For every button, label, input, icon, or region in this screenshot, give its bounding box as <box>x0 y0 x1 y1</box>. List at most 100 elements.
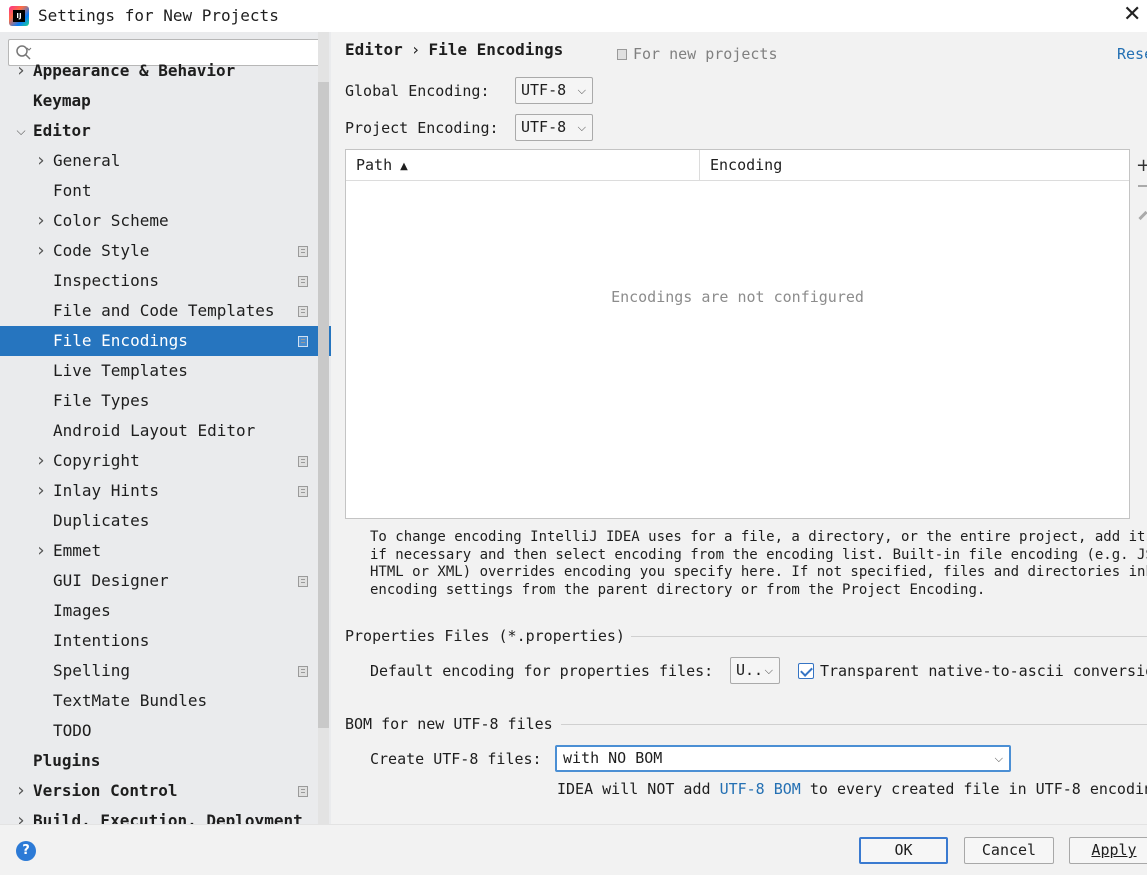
chevron-down-icon: ⌵ <box>994 752 1003 765</box>
remove-icon[interactable] <box>1138 185 1147 187</box>
sidebar-item-spelling[interactable]: Spelling <box>0 656 331 686</box>
sidebar-item-intentions[interactable]: Intentions <box>0 626 331 656</box>
help-icon[interactable]: ? <box>16 841 36 861</box>
chevron-right-icon[interactable]: › <box>34 206 48 236</box>
sidebar-item-textmate-bundles[interactable]: TextMate Bundles <box>0 686 331 716</box>
global-encoding-combo[interactable]: UTF-8 ⌵ <box>515 77 593 104</box>
sidebar-item-label: Code Style <box>53 241 150 260</box>
sidebar-item-keymap[interactable]: Keymap <box>0 86 331 116</box>
project-scope-icon <box>298 276 308 287</box>
encoding-column-header[interactable]: Encoding <box>700 150 1129 181</box>
sidebar-item-emmet[interactable]: › Emmet <box>0 536 331 566</box>
global-encoding-value: UTF-8 <box>521 81 567 99</box>
bom-note-suffix: to every created file in UTF-8 encoding <box>800 780 1147 798</box>
sidebar-item-android-layout-editor[interactable]: Android Layout Editor <box>0 416 331 446</box>
sidebar-item-appearance-behavior[interactable]: › Appearance & Behavior <box>0 56 331 86</box>
create-utf8-combo[interactable]: with NO BOM ⌵ <box>555 745 1011 772</box>
transparent-conversion-label[interactable]: Transparent native-to-ascii conversion <box>820 662 1147 680</box>
reset-link[interactable]: Reset <box>1117 45 1147 63</box>
project-scope-icon <box>298 666 308 677</box>
sidebar-item-inlay-hints[interactable]: › Inlay Hints <box>0 476 331 506</box>
chevron-right-icon[interactable]: › <box>14 56 28 86</box>
sidebar-item-label: Live Templates <box>53 361 188 380</box>
project-encoding-combo[interactable]: UTF-8 ⌵ <box>515 114 593 141</box>
sidebar-item-version-control[interactable]: › Version Control <box>0 776 331 806</box>
breadcrumb-separator: › <box>410 40 421 59</box>
dialog-footer: ? OK Cancel Apply <box>0 824 1147 875</box>
apply-button[interactable]: Apply <box>1069 837 1147 864</box>
sidebar-item-file-and-code-templates[interactable]: File and Code Templates <box>0 296 331 326</box>
chevron-down-icon[interactable]: ⌵ <box>14 116 28 146</box>
breadcrumb: Editor › File Encodings <box>345 40 563 59</box>
sidebar-item-label: Inspections <box>53 271 159 290</box>
sidebar-item-label: Emmet <box>53 541 102 560</box>
project-scope-icon <box>298 336 308 347</box>
sidebar-item-label: Color Scheme <box>53 211 169 230</box>
ok-button[interactable]: OK <box>859 837 948 864</box>
sidebar-item-copyright[interactable]: › Copyright <box>0 446 331 476</box>
sidebar-item-gui-designer[interactable]: GUI Designer <box>0 566 331 596</box>
sidebar-item-label: Copyright <box>53 451 140 470</box>
project-encoding-value: UTF-8 <box>521 118 567 136</box>
chevron-down-icon: ⌵ <box>577 84 586 97</box>
sidebar-item-code-style[interactable]: › Code Style <box>0 236 331 266</box>
sidebar-item-color-scheme[interactable]: › Color Scheme <box>0 206 331 236</box>
sidebar-item-font[interactable]: Font <box>0 176 331 206</box>
sidebar-item-build-execution-deployment[interactable]: › Build, Execution, Deployment <box>0 806 331 824</box>
table-header: Path ▲ Encoding <box>346 150 1129 181</box>
chevron-right-icon[interactable]: › <box>34 446 48 476</box>
sidebar-item-label: Plugins <box>33 751 101 770</box>
sidebar-item-inspections[interactable]: Inspections <box>0 266 331 296</box>
apply-label: Apply <box>1091 841 1137 859</box>
properties-encoding-value: U.. <box>736 661 764 679</box>
path-header-label: Path <box>356 156 393 174</box>
chevron-right-icon[interactable]: › <box>14 776 28 806</box>
intellij-idea-icon: IJ <box>9 6 29 26</box>
sidebar-item-label: Font <box>53 181 92 200</box>
sidebar-item-label: Android Layout Editor <box>53 421 256 440</box>
project-scope-icon <box>298 486 308 497</box>
sidebar-item-file-encodings[interactable]: File Encodings <box>0 326 331 356</box>
title-bar: IJ Settings for New Projects ✕ <box>0 0 1147 32</box>
path-column-header[interactable]: Path ▲ <box>346 150 700 181</box>
add-icon[interactable]: + <box>1136 155 1147 176</box>
chevron-right-icon[interactable]: › <box>34 146 48 176</box>
table-toolbar: + <box>1132 149 1147 249</box>
sidebar-item-duplicates[interactable]: Duplicates <box>0 506 331 536</box>
sidebar-item-label: Inlay Hints <box>53 481 159 500</box>
chevron-right-icon[interactable]: › <box>34 476 48 506</box>
properties-section-title: Properties Files (*.properties) <box>345 627 625 645</box>
chevron-right-icon[interactable]: › <box>14 806 28 824</box>
sidebar-item-live-templates[interactable]: Live Templates <box>0 356 331 386</box>
sidebar-scrollbar[interactable] <box>318 82 329 728</box>
sidebar-item-file-types[interactable]: File Types <box>0 386 331 416</box>
utf8-bom-link[interactable]: UTF-8 BOM <box>720 780 801 798</box>
encoding-help-text: To change encoding IntelliJ IDEA uses fo… <box>370 529 1147 598</box>
sidebar-item-editor[interactable]: ⌵ Editor <box>0 116 331 146</box>
section-divider <box>631 636 1147 637</box>
sidebar-item-label: Keymap <box>33 91 91 110</box>
edit-icon[interactable] <box>1138 210 1147 221</box>
settings-sidebar: › Appearance & Behavior Keymap ⌵ Editor › Gene… <box>0 32 331 824</box>
window-title: Settings for New Projects <box>38 6 279 25</box>
chevron-right-icon[interactable]: › <box>34 236 48 266</box>
sidebar-item-label: File Types <box>53 391 150 410</box>
properties-encoding-combo[interactable]: U.. ⌵ <box>730 657 780 684</box>
properties-default-label: Default encoding for properties files: <box>370 662 714 680</box>
sidebar-item-label: TODO <box>53 721 92 740</box>
sidebar-item-plugins[interactable]: Plugins <box>0 746 331 776</box>
sidebar-item-label: File Encodings <box>53 331 188 350</box>
table-empty-text: Encodings are not configured <box>611 288 864 306</box>
sidebar-item-images[interactable]: Images <box>0 596 331 626</box>
path-encoding-table[interactable]: Path ▲ Encoding Encodings are not configu… <box>345 149 1130 519</box>
project-scope-icon <box>298 246 308 257</box>
chevron-right-icon[interactable]: › <box>34 536 48 566</box>
sidebar-item-todo[interactable]: TODO <box>0 716 331 746</box>
project-scope-icon <box>298 456 308 467</box>
sidebar-item-general[interactable]: › General <box>0 146 331 176</box>
close-icon[interactable]: ✕ <box>1123 0 1147 32</box>
cancel-button[interactable]: Cancel <box>964 837 1054 864</box>
breadcrumb-parent[interactable]: Editor <box>345 40 403 59</box>
project-scope-icon <box>617 49 627 60</box>
transparent-conversion-checkbox[interactable] <box>798 663 814 679</box>
